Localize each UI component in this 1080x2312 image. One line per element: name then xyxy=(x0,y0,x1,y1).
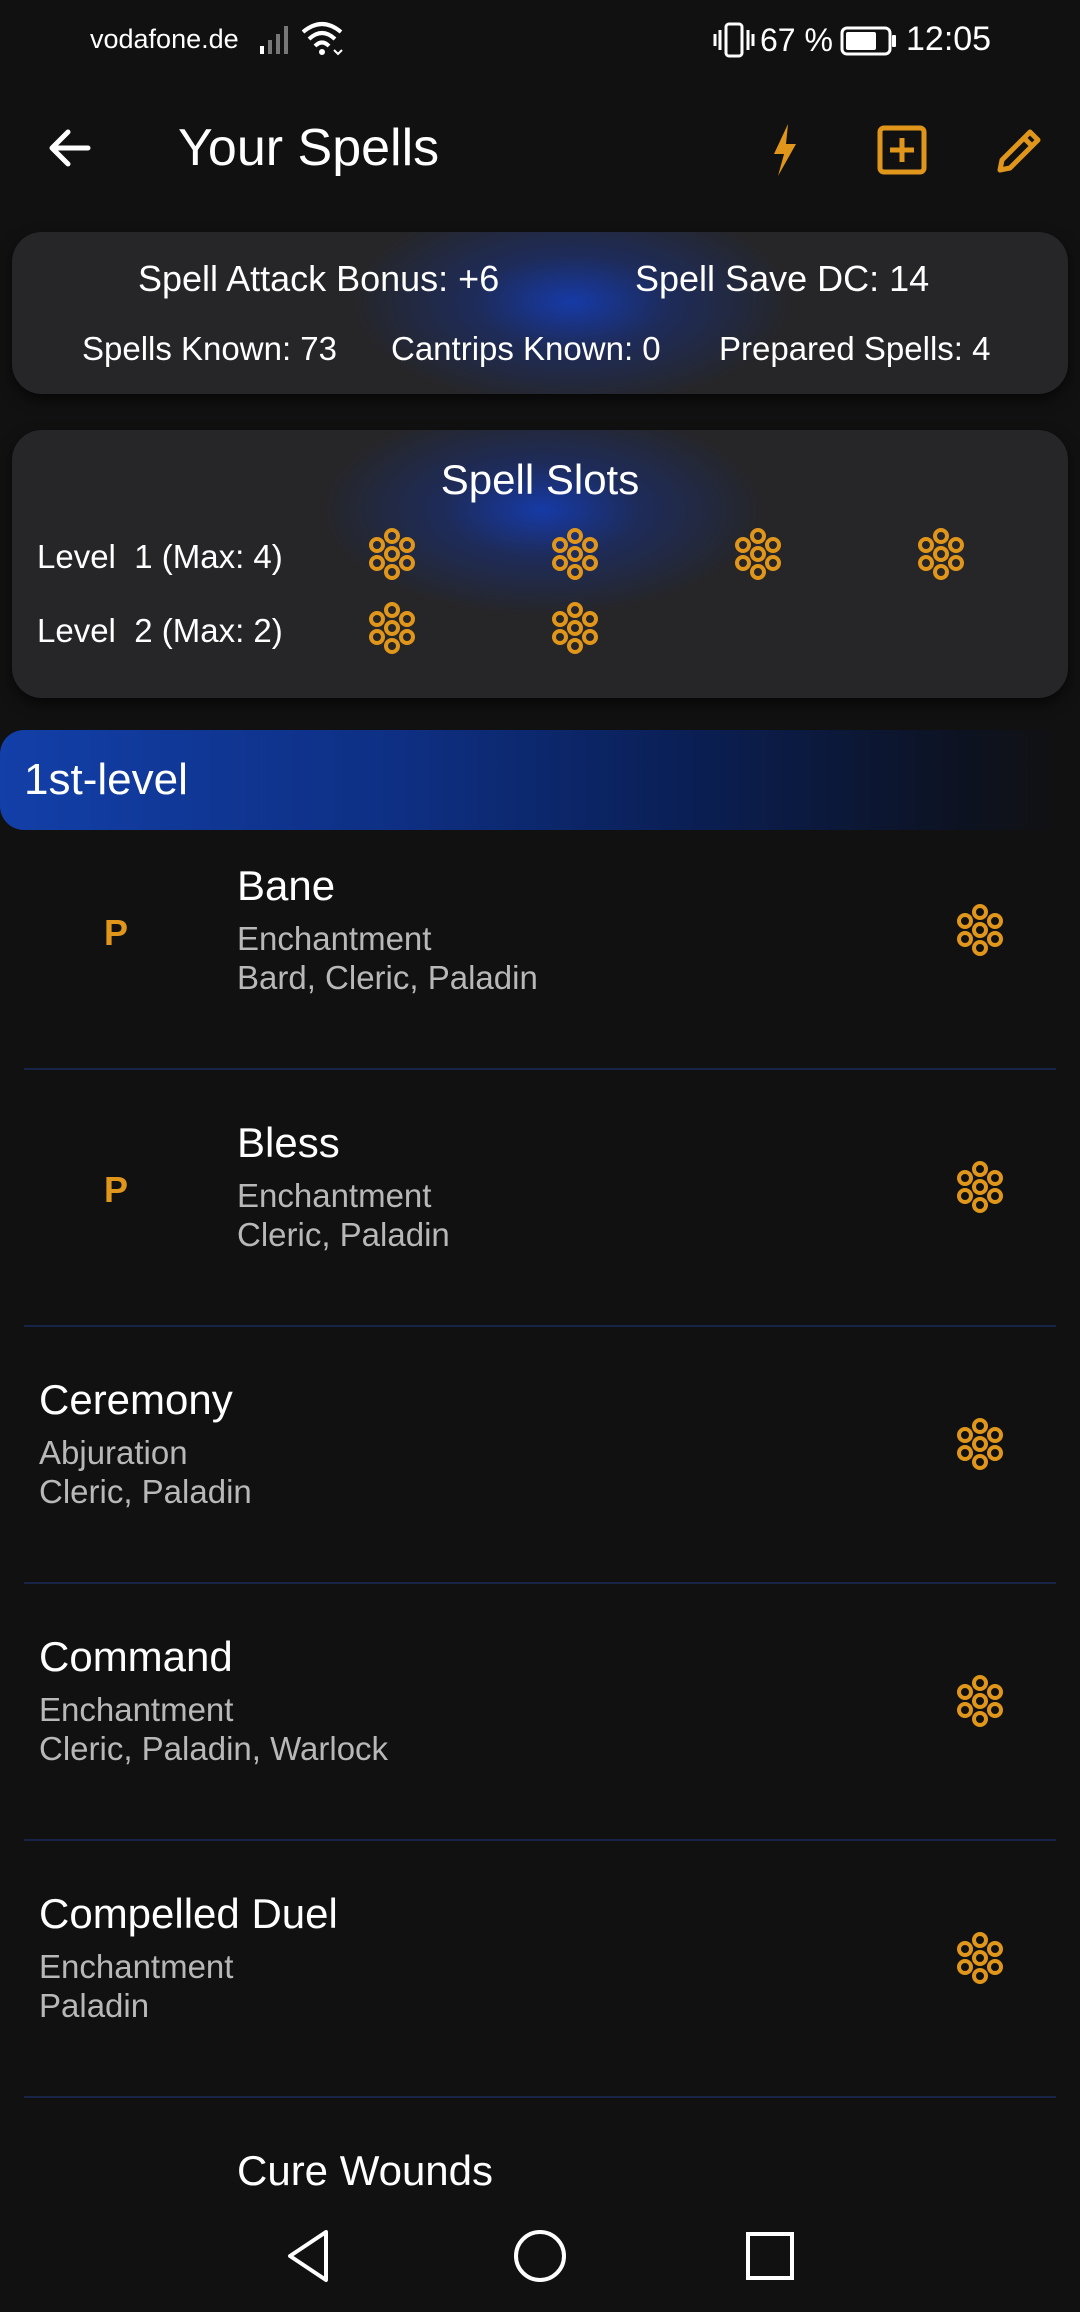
spell-school: Abjuration xyxy=(39,1434,188,1471)
slot-level-2-label: Level 2 (Max: 2) xyxy=(37,612,283,649)
lightning-icon[interactable] xyxy=(754,120,814,180)
spell-save-dc: Spell Save DC: 14 xyxy=(635,258,930,299)
spell-school: Enchantment xyxy=(237,1177,432,1214)
spell-school: Enchantment xyxy=(39,1691,234,1728)
divider xyxy=(24,1582,1056,1584)
cast-spell-icon[interactable] xyxy=(952,1159,1008,1215)
spell-row-cure-wounds[interactable]: Cure Wounds xyxy=(0,2117,1080,2200)
spell-classes: Paladin xyxy=(39,1987,150,2024)
spell-row-command[interactable]: Command Enchantment Cleric, Paladin, War… xyxy=(0,1603,1080,1860)
battery-icon xyxy=(840,26,898,63)
divider xyxy=(24,2096,1056,2098)
spell-school: Enchantment xyxy=(39,1948,234,1985)
app-bar: Your Spells xyxy=(0,82,1080,222)
spells-known: Spells Known: 73 xyxy=(82,330,337,367)
page-title: Your Spells xyxy=(178,119,440,177)
spell-attack-bonus: Spell Attack Bonus: +6 xyxy=(138,258,500,299)
cast-spell-icon[interactable] xyxy=(952,902,1008,958)
divider xyxy=(24,1068,1056,1070)
spell-slot-icon[interactable] xyxy=(730,526,786,582)
cast-spell-icon[interactable] xyxy=(952,1673,1008,1729)
prepared-indicator: P xyxy=(104,1169,129,1210)
back-arrow-icon[interactable] xyxy=(40,118,100,178)
add-box-icon[interactable] xyxy=(872,120,932,180)
cast-spell-icon[interactable] xyxy=(952,1930,1008,1986)
clock: 12:05 xyxy=(906,20,992,58)
nav-recents-icon[interactable] xyxy=(738,2224,802,2288)
spell-name: Command xyxy=(39,1633,233,1680)
spell-stats-card: Spell Attack Bonus: +6 Spell Save DC: 14… xyxy=(12,232,1068,394)
spell-slots-title: Spell Slots xyxy=(440,456,640,503)
spell-name: Compelled Duel xyxy=(39,1890,338,1937)
system-nav-bar xyxy=(0,2200,1080,2312)
card-glow xyxy=(342,232,802,394)
divider xyxy=(24,1325,1056,1327)
carrier-label: vodafone.de xyxy=(90,24,239,54)
section-title: 1st-level xyxy=(24,755,188,804)
spell-classes: Cleric, Paladin xyxy=(39,1473,252,1510)
status-bar: vodafone.de 67 % 12:05 xyxy=(0,0,1080,82)
spell-row-compelled-duel[interactable]: Compelled Duel Enchantment Paladin xyxy=(0,1860,1080,2117)
slot-level-1-label: Level 1 (Max: 4) xyxy=(37,538,283,575)
spell-row-bless[interactable]: P Bless Enchantment Cleric, Paladin xyxy=(0,1089,1080,1346)
spell-slot-icon[interactable] xyxy=(547,526,603,582)
cast-spell-icon[interactable] xyxy=(952,1416,1008,1472)
spell-slots-card: Spell Slots Level 1 (Max: 4) Level 2 (Ma… xyxy=(12,430,1068,698)
spell-slot-icon[interactable] xyxy=(364,600,420,656)
section-header-1st-level: 1st-level xyxy=(0,730,1056,830)
spell-name: Ceremony xyxy=(39,1376,233,1423)
nav-back-icon[interactable] xyxy=(278,2224,342,2288)
vibrate-icon xyxy=(712,20,756,67)
nav-home-icon[interactable] xyxy=(508,2224,572,2288)
spell-classes: Cleric, Paladin xyxy=(237,1216,450,1253)
spell-classes: Cleric, Paladin, Warlock xyxy=(39,1730,389,1767)
spell-row-ceremony[interactable]: Ceremony Abjuration Cleric, Paladin xyxy=(0,1346,1080,1603)
spell-slot-icon[interactable] xyxy=(913,526,969,582)
divider xyxy=(24,1839,1056,1841)
spell-name: Bless xyxy=(237,1119,340,1166)
prepared-indicator: P xyxy=(104,912,129,953)
cantrips-known: Cantrips Known: 0 xyxy=(391,330,661,367)
battery-percent: 67 % xyxy=(760,22,833,58)
spell-name: Cure Wounds xyxy=(237,2147,494,2194)
spell-school: Enchantment xyxy=(237,920,432,957)
spell-classes: Bard, Cleric, Paladin xyxy=(237,959,538,996)
spell-slot-icon[interactable] xyxy=(364,526,420,582)
wifi-icon xyxy=(300,20,344,65)
spell-slot-icon[interactable] xyxy=(547,600,603,656)
prepared-spells: Prepared Spells: 4 xyxy=(719,330,991,367)
spell-name: Bane xyxy=(237,862,336,909)
edit-pencil-icon[interactable] xyxy=(990,120,1050,180)
spell-row-bane[interactable]: P Bane Enchantment Bard, Cleric, Paladin xyxy=(0,832,1080,1089)
signal-icon xyxy=(258,22,294,63)
